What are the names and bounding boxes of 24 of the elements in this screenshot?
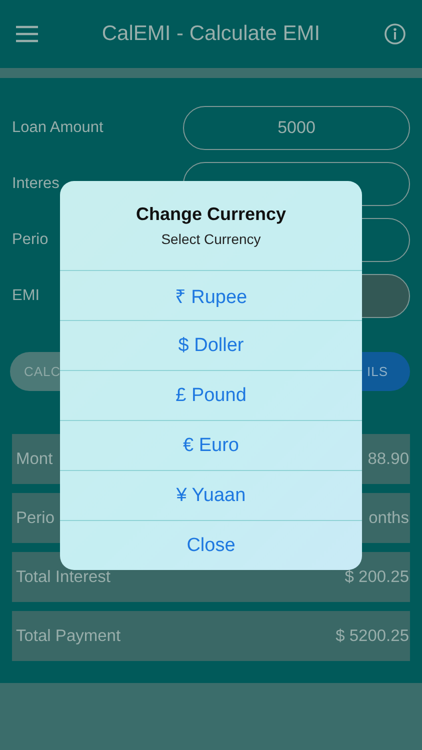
field-label: Interes [12,174,60,192]
dialog-option[interactable]: £ Pound [60,370,362,420]
field-label: EMI [12,286,40,304]
input-field[interactable]: 5000 [183,106,410,150]
field-label: Loan Amount [12,118,104,136]
dialog-title: Change Currency [136,204,286,225]
result-value: $ 200.25 [344,568,409,586]
dialog-option[interactable]: ¥ Yuaan [60,470,362,520]
result-value: onths [368,508,409,528]
app-title: CalEMI - Calculate EMI [102,22,320,46]
dialog-option[interactable]: $ Doller [60,320,362,370]
result-label: Total Payment [16,626,121,646]
menu-icon[interactable] [16,25,38,43]
dialog-option[interactable]: ₹ Rupee [60,270,362,320]
info-icon[interactable] [384,23,406,45]
field-label: Perio [12,230,48,248]
result-value: 88.90 [368,450,409,468]
dialog-option[interactable]: € Euro [60,420,362,470]
result-label: Perio [16,508,55,528]
result-label: Mont [16,450,53,468]
result-label: Total Interest [16,568,110,586]
result-value: $ 5200.25 [336,626,409,646]
dialog-subtitle: Select Currency [161,231,261,247]
dialog-option[interactable]: Close [60,520,362,570]
